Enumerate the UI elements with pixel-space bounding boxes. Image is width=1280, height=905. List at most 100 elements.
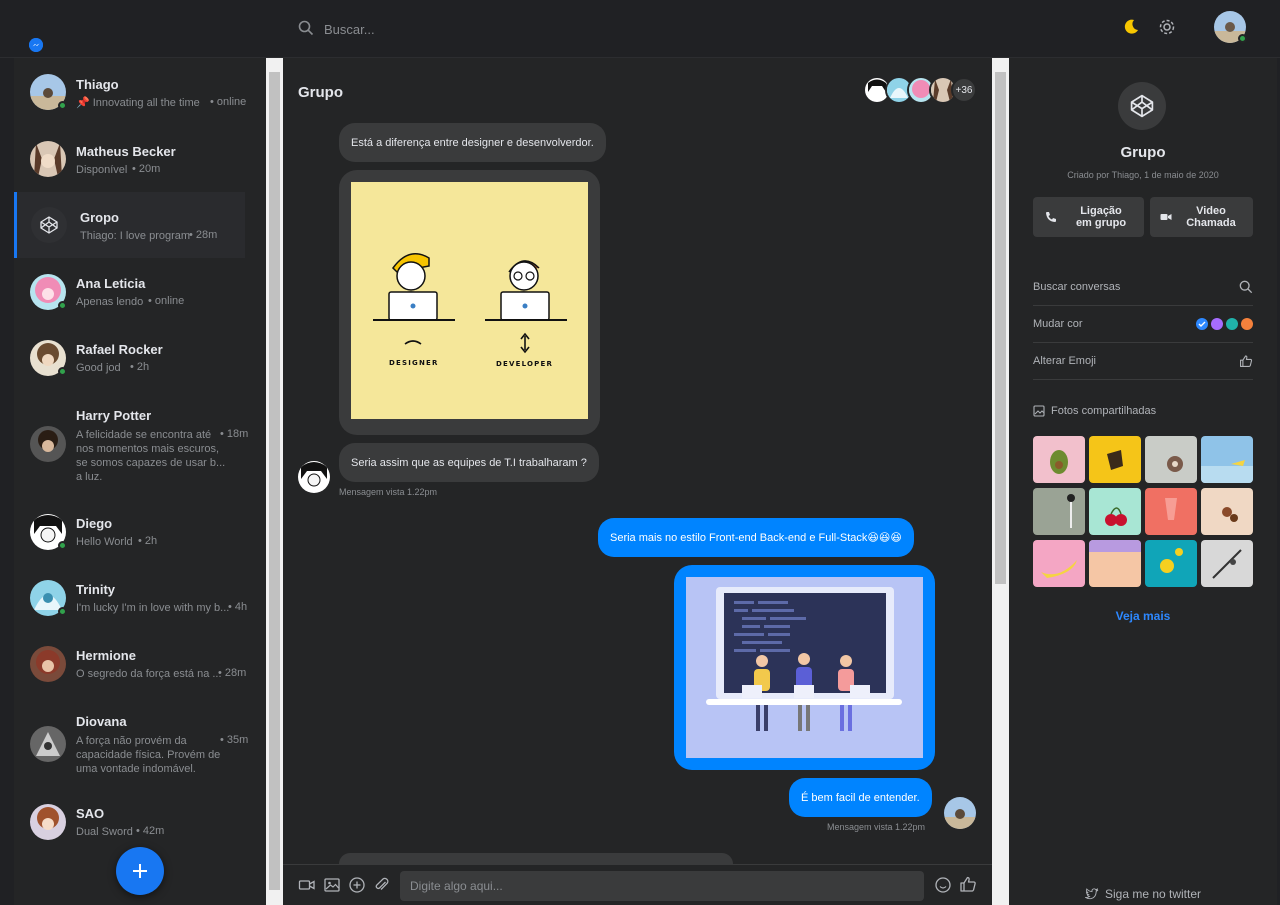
avatar — [30, 141, 66, 177]
group-avatar — [31, 207, 67, 243]
avatar — [30, 804, 66, 840]
conversation-item[interactable]: Thiago 📌 Innovating all the time • onlin… — [14, 58, 266, 124]
shared-photo[interactable] — [1033, 540, 1085, 587]
conversation-item-active[interactable]: Gropo Thiago: I love program • 28m — [14, 192, 245, 258]
new-conversation-button[interactable] — [116, 847, 164, 895]
conversation-time: • 42m — [136, 825, 165, 837]
image-message-outgoing[interactable] — [674, 565, 935, 770]
paperclip-icon[interactable] — [373, 876, 391, 894]
seen-status: Mensagem vista 1.22pm — [339, 487, 438, 497]
conversation-preview: Hello World — [76, 536, 133, 548]
image-message-incoming[interactable]: DESIGNER DEVELOPER — [339, 170, 600, 435]
conversation-item[interactable]: Matheus Becker Disponível • 20m — [14, 124, 266, 190]
conversation-time: • 4h — [228, 601, 248, 613]
color-swatch-selected[interactable] — [1196, 318, 1208, 330]
shared-photo[interactable] — [1089, 488, 1141, 535]
conversation-item[interactable]: Ana Leticia Apenas lendo • online — [14, 258, 266, 324]
conversation-preview: capacidade física. Provém de — [76, 749, 221, 761]
conversation-time: • 28m — [218, 667, 247, 679]
twitter-icon — [1084, 888, 1099, 900]
shared-photo[interactable] — [1033, 436, 1085, 483]
color-swatch[interactable] — [1211, 318, 1223, 330]
conversation-preview: a luz. — [76, 471, 103, 483]
conversation-item[interactable]: Diovana A força não provém da capacidade… — [14, 696, 266, 790]
emoji-icon[interactable] — [934, 876, 952, 894]
search-bar — [298, 16, 678, 42]
conversation-name: Thiago — [76, 77, 119, 92]
moon-icon[interactable] — [1120, 16, 1142, 38]
conversation-item[interactable]: Hermione O segredo da força está na ... … — [14, 630, 266, 696]
coding-team-illustration — [686, 577, 923, 758]
chat-scrollbar[interactable] — [992, 58, 1009, 905]
codepen-icon — [40, 216, 58, 234]
avatar — [30, 340, 67, 376]
conversation-preview: nos momentos mais escuros, — [76, 443, 220, 455]
shared-photo[interactable] — [1145, 540, 1197, 587]
conversation-name: Hermione — [76, 648, 136, 663]
gear-icon[interactable] — [1156, 16, 1178, 38]
members-more-count[interactable]: +36 — [951, 77, 977, 103]
conversation-preview: Apenas lendo — [76, 296, 144, 308]
message-bubble-outgoing[interactable]: Seria mais no estilo Front-end Back-end … — [598, 518, 914, 557]
color-swatch[interactable] — [1241, 318, 1253, 330]
image-icon[interactable] — [323, 876, 341, 894]
scrollbar-thumb[interactable] — [269, 72, 280, 890]
messenger-logo-icon[interactable] — [29, 38, 43, 52]
message-bubble-partial — [339, 853, 733, 864]
thumbs-up-icon[interactable] — [959, 875, 977, 893]
shared-photo[interactable] — [1201, 436, 1253, 483]
avatar — [30, 74, 67, 110]
search-conversations-option[interactable]: Buscar conversas — [1033, 269, 1253, 306]
search-input[interactable] — [324, 21, 664, 37]
conversation-preview: A felicidade se encontra até — [76, 429, 212, 441]
chat-panel: Grupo +36 Está a diferença entre designe… — [283, 58, 992, 905]
message-bubble-incoming[interactable]: Está a diferença entre designer e desenv… — [339, 123, 606, 162]
conversation-time: • 35m — [220, 734, 249, 746]
sidebar-scrollbar[interactable] — [266, 58, 283, 905]
shared-photo[interactable] — [1089, 436, 1141, 483]
change-emoji-option[interactable]: Alterar Emoji — [1033, 343, 1253, 380]
avatar — [30, 426, 66, 462]
conversation-item[interactable]: Rafael Rocker Good jod • 2h — [14, 324, 266, 390]
avatar — [30, 646, 66, 682]
shared-photo[interactable] — [1201, 488, 1253, 535]
color-swatch[interactable] — [1226, 318, 1238, 330]
image-icon — [1033, 405, 1045, 417]
avatar — [30, 580, 67, 616]
my-avatar — [944, 797, 976, 829]
change-color-option[interactable]: Mudar cor — [1033, 306, 1253, 343]
shared-photo[interactable] — [1145, 488, 1197, 535]
plus-icon — [133, 864, 147, 878]
message-composer — [283, 864, 992, 905]
conversation-preview: Good jod — [76, 362, 121, 374]
shared-photo[interactable] — [1089, 540, 1141, 587]
conversation-preview: Dual Sword — [76, 826, 133, 838]
video-camera-icon — [1160, 214, 1172, 220]
add-circle-icon[interactable] — [348, 876, 366, 894]
video-icon[interactable] — [298, 876, 316, 894]
chat-title: Grupo — [298, 84, 343, 101]
avatar — [30, 514, 67, 550]
video-call-button[interactable]: Video Chamada — [1150, 197, 1253, 237]
message-bubble-outgoing[interactable]: É bem facil de entender. — [789, 778, 932, 817]
group-created-info: Criado por Thiago, 1 de maio de 2020 — [1067, 170, 1219, 180]
conversation-item[interactable]: Diego Hello World • 2h — [14, 498, 266, 564]
conversation-item[interactable]: Trinity I'm lucky I'm in love with my b.… — [14, 564, 266, 630]
online-indicator — [58, 541, 67, 550]
conversation-item[interactable]: Harry Potter A felicidade se encontra at… — [14, 390, 266, 498]
avatar — [30, 726, 66, 762]
see-more-link[interactable]: Veja mais — [1009, 609, 1277, 623]
shared-photo[interactable] — [1145, 436, 1197, 483]
message-input[interactable] — [400, 871, 924, 901]
designer-label: DESIGNER — [389, 359, 439, 367]
conversation-name: Diovana — [76, 714, 127, 729]
sender-avatar — [298, 461, 330, 493]
twitter-link[interactable]: Siga me no twitter — [1009, 887, 1277, 901]
shared-photo[interactable] — [1033, 488, 1085, 535]
group-members[interactable]: +36 — [863, 76, 977, 104]
message-bubble-incoming[interactable]: Seria assim que as equipes de T.I trabal… — [339, 443, 599, 482]
shared-photo[interactable] — [1201, 540, 1253, 587]
user-avatar[interactable] — [1214, 11, 1247, 43]
scrollbar-thumb[interactable] — [995, 72, 1006, 584]
group-call-button[interactable]: Ligação em grupo — [1033, 197, 1144, 237]
